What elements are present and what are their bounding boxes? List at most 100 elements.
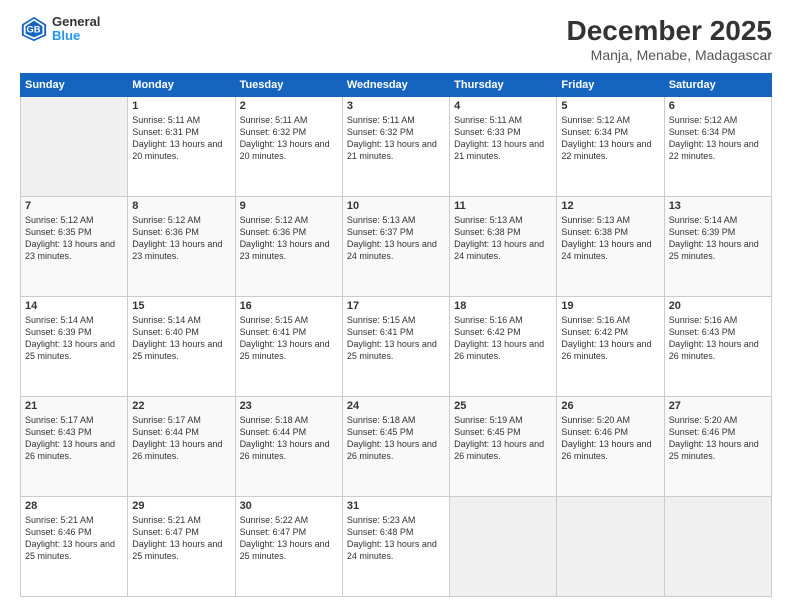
cell-info: Sunrise: 5:23 AM Sunset: 6:48 PM Dayligh… [347, 514, 445, 563]
day-number: 15 [132, 300, 230, 312]
calendar-cell [664, 497, 771, 597]
calendar-cell: 24 Sunrise: 5:18 AM Sunset: 6:45 PM Dayli… [342, 397, 449, 497]
calendar-cell: 16Sunrise: 5:15 AM Sunset: 6:41 PM Dayli… [235, 297, 342, 397]
calendar-cell: 3 Sunrise: 5:11 AM Sunset: 6:32 PM Daylig… [342, 97, 449, 197]
cell-info: Sunrise: 5:18 AM Sunset: 6:45 PM Dayligh… [347, 414, 445, 463]
day-number: 17 [347, 300, 445, 312]
cell-info: Sunrise: 5:17 AM Sunset: 6:44 PM Dayligh… [132, 414, 230, 463]
logo: GB General Blue [20, 15, 100, 44]
calendar-cell: 9Sunrise: 5:12 AM Sunset: 6:36 PM Daylig… [235, 197, 342, 297]
cell-info: Sunrise: 5:20 AM Sunset: 6:46 PM Dayligh… [669, 414, 767, 463]
cell-info: Sunrise: 5:11 AM Sunset: 6:33 PM Dayligh… [454, 114, 552, 163]
header: GB General Blue December 2025 Manja, Men… [20, 15, 772, 63]
header-thursday: Thursday [450, 74, 557, 97]
day-number: 3 [347, 100, 445, 112]
calendar-cell: 15 Sunrise: 5:14 AM Sunset: 6:40 PM Dayli… [128, 297, 235, 397]
cell-info: Sunrise: 5:18 AM Sunset: 6:44 PM Dayligh… [240, 414, 338, 463]
day-number: 24 [347, 400, 445, 412]
day-number: 2 [240, 100, 338, 112]
calendar-week-4: 21 Sunrise: 5:17 AM Sunset: 6:43 PM Dayli… [21, 397, 772, 497]
day-number: 28 [25, 500, 123, 512]
calendar-cell: 5 Sunrise: 5:12 AM Sunset: 6:34 PM Daylig… [557, 97, 664, 197]
cell-info: Sunrise: 5:13 AM Sunset: 6:38 PM Dayligh… [454, 214, 552, 263]
day-number: 10 [347, 200, 445, 212]
calendar-cell: 10Sunrise: 5:13 AM Sunset: 6:37 PM Dayli… [342, 197, 449, 297]
day-number: 5 [561, 100, 659, 112]
calendar-cell: 25Sunrise: 5:19 AM Sunset: 6:45 PM Dayli… [450, 397, 557, 497]
day-number: 22 [132, 400, 230, 412]
day-number: 6 [669, 100, 767, 112]
calendar-cell: 26Sunrise: 5:20 AM Sunset: 6:46 PM Dayli… [557, 397, 664, 497]
title-block: December 2025 Manja, Menabe, Madagascar [567, 15, 772, 63]
calendar-week-3: 14Sunrise: 5:14 AM Sunset: 6:39 PM Dayli… [21, 297, 772, 397]
day-number: 18 [454, 300, 552, 312]
header-monday: Monday [128, 74, 235, 97]
cell-info: Sunrise: 5:16 AM Sunset: 6:42 PM Dayligh… [454, 314, 552, 363]
cell-info: Sunrise: 5:12 AM Sunset: 6:36 PM Dayligh… [132, 214, 230, 263]
day-number: 27 [669, 400, 767, 412]
cell-info: Sunrise: 5:13 AM Sunset: 6:38 PM Dayligh… [561, 214, 659, 263]
cell-info: Sunrise: 5:16 AM Sunset: 6:43 PM Dayligh… [669, 314, 767, 363]
cell-info: Sunrise: 5:12 AM Sunset: 6:34 PM Dayligh… [561, 114, 659, 163]
calendar-subtitle: Manja, Menabe, Madagascar [567, 47, 772, 63]
calendar-cell: 2 Sunrise: 5:11 AM Sunset: 6:32 PM Daylig… [235, 97, 342, 197]
calendar-cell: 21 Sunrise: 5:17 AM Sunset: 6:43 PM Dayli… [21, 397, 128, 497]
calendar-cell: 28 Sunrise: 5:21 AM Sunset: 6:46 PM Dayli… [21, 497, 128, 597]
cell-info: Sunrise: 5:15 AM Sunset: 6:41 PM Dayligh… [240, 314, 338, 363]
calendar-cell: 19 Sunrise: 5:16 AM Sunset: 6:42 PM Dayli… [557, 297, 664, 397]
calendar-cell: 11 Sunrise: 5:13 AM Sunset: 6:38 PM Dayli… [450, 197, 557, 297]
cell-info: Sunrise: 5:11 AM Sunset: 6:31 PM Dayligh… [132, 114, 230, 163]
day-number: 19 [561, 300, 659, 312]
day-number: 14 [25, 300, 123, 312]
header-wednesday: Wednesday [342, 74, 449, 97]
logo-line1: General [52, 15, 100, 29]
calendar-cell: 27 Sunrise: 5:20 AM Sunset: 6:46 PM Dayli… [664, 397, 771, 497]
calendar-cell: 1 Sunrise: 5:11 AM Sunset: 6:31 PM Daylig… [128, 97, 235, 197]
header-sunday: Sunday [21, 74, 128, 97]
day-number: 11 [454, 200, 552, 212]
calendar-cell: 8Sunrise: 5:12 AM Sunset: 6:36 PM Daylig… [128, 197, 235, 297]
cell-info: Sunrise: 5:17 AM Sunset: 6:43 PM Dayligh… [25, 414, 123, 463]
logo-line2: Blue [52, 29, 100, 43]
calendar-cell: 31 Sunrise: 5:23 AM Sunset: 6:48 PM Dayli… [342, 497, 449, 597]
calendar-cell [557, 497, 664, 597]
day-number: 7 [25, 200, 123, 212]
cell-info: Sunrise: 5:14 AM Sunset: 6:39 PM Dayligh… [669, 214, 767, 263]
day-number: 4 [454, 100, 552, 112]
cell-info: Sunrise: 5:21 AM Sunset: 6:46 PM Dayligh… [25, 514, 123, 563]
day-number: 13 [669, 200, 767, 212]
day-number: 26 [561, 400, 659, 412]
calendar-table: Sunday Monday Tuesday Wednesday Thursday… [20, 73, 772, 597]
calendar-cell: 13 Sunrise: 5:14 AM Sunset: 6:39 PM Dayli… [664, 197, 771, 297]
cell-info: Sunrise: 5:12 AM Sunset: 6:36 PM Dayligh… [240, 214, 338, 263]
cell-info: Sunrise: 5:12 AM Sunset: 6:34 PM Dayligh… [669, 114, 767, 163]
calendar-cell: 4 Sunrise: 5:11 AM Sunset: 6:33 PM Daylig… [450, 97, 557, 197]
cell-info: Sunrise: 5:16 AM Sunset: 6:42 PM Dayligh… [561, 314, 659, 363]
calendar-cell: 22 Sunrise: 5:17 AM Sunset: 6:44 PM Dayli… [128, 397, 235, 497]
calendar-week-2: 7 Sunrise: 5:12 AM Sunset: 6:35 PM Daylig… [21, 197, 772, 297]
page: GB General Blue December 2025 Manja, Men… [0, 0, 792, 612]
logo-text: General Blue [52, 15, 100, 44]
calendar-cell: 14Sunrise: 5:14 AM Sunset: 6:39 PM Dayli… [21, 297, 128, 397]
calendar-week-1: 1 Sunrise: 5:11 AM Sunset: 6:31 PM Daylig… [21, 97, 772, 197]
day-number: 30 [240, 500, 338, 512]
calendar-cell: 7 Sunrise: 5:12 AM Sunset: 6:35 PM Daylig… [21, 197, 128, 297]
cell-info: Sunrise: 5:11 AM Sunset: 6:32 PM Dayligh… [347, 114, 445, 163]
cell-info: Sunrise: 5:22 AM Sunset: 6:47 PM Dayligh… [240, 514, 338, 563]
day-number: 21 [25, 400, 123, 412]
header-tuesday: Tuesday [235, 74, 342, 97]
cell-info: Sunrise: 5:12 AM Sunset: 6:35 PM Dayligh… [25, 214, 123, 263]
cell-info: Sunrise: 5:11 AM Sunset: 6:32 PM Dayligh… [240, 114, 338, 163]
calendar-cell: 18 Sunrise: 5:16 AM Sunset: 6:42 PM Dayli… [450, 297, 557, 397]
cell-info: Sunrise: 5:14 AM Sunset: 6:40 PM Dayligh… [132, 314, 230, 363]
header-friday: Friday [557, 74, 664, 97]
day-number: 1 [132, 100, 230, 112]
cell-info: Sunrise: 5:15 AM Sunset: 6:41 PM Dayligh… [347, 314, 445, 363]
calendar-cell: 20 Sunrise: 5:16 AM Sunset: 6:43 PM Dayli… [664, 297, 771, 397]
calendar-cell: 6 Sunrise: 5:12 AM Sunset: 6:34 PM Daylig… [664, 97, 771, 197]
day-number: 12 [561, 200, 659, 212]
day-number: 31 [347, 500, 445, 512]
day-number: 20 [669, 300, 767, 312]
day-number: 23 [240, 400, 338, 412]
calendar-cell: 17 Sunrise: 5:15 AM Sunset: 6:41 PM Dayli… [342, 297, 449, 397]
